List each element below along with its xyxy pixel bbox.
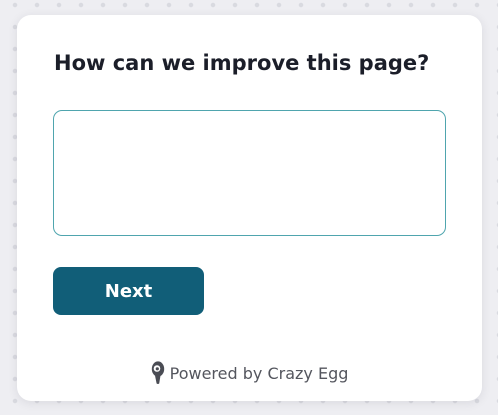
crazy-egg-logo-icon [151, 361, 165, 385]
powered-by-link[interactable]: Powered by Crazy Egg [17, 361, 482, 385]
survey-card: How can we improve this page? Next Power… [17, 15, 482, 401]
powered-by-text: Powered by Crazy Egg [169, 363, 349, 383]
next-button[interactable]: Next [53, 267, 204, 315]
feedback-textarea[interactable] [53, 110, 446, 236]
survey-question: How can we improve this page? [54, 51, 430, 75]
